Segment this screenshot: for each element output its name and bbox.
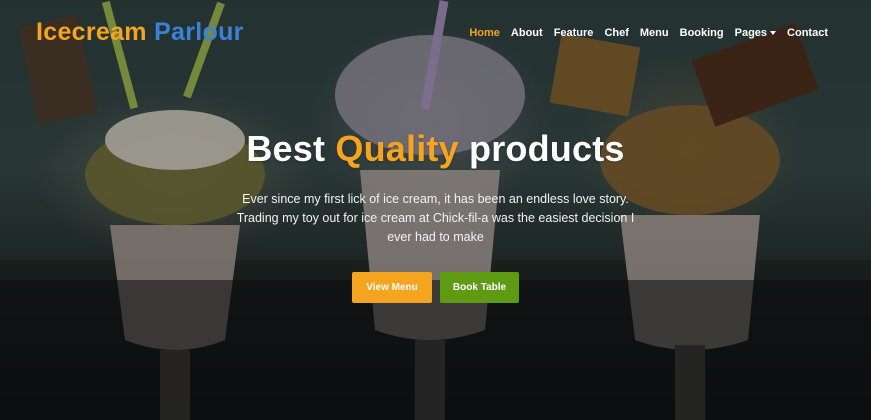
nav-menu: Home About Feature Chef Menu Booking Pag… bbox=[458, 23, 828, 41]
nav-link-booking[interactable]: Booking bbox=[680, 27, 724, 39]
nav-link-contact[interactable]: Contact bbox=[787, 27, 828, 39]
hero-title-part2: products bbox=[469, 128, 625, 169]
hero-content: Best Quality products Ever since my firs… bbox=[0, 128, 871, 303]
hero-title: Best Quality products bbox=[0, 128, 871, 170]
nav-dropdown-pages-label: Pages bbox=[734, 27, 768, 39]
nav-link-about[interactable]: About bbox=[511, 27, 543, 39]
nav-link-home[interactable]: Home bbox=[469, 27, 500, 39]
brand-logo-part2: Parlour bbox=[154, 17, 244, 46]
hero-description: Ever since my first lick of ice cream, i… bbox=[236, 192, 635, 244]
caret-down-icon bbox=[770, 31, 777, 35]
navbar: Icecream Parlour Home About Feature Chef… bbox=[0, 0, 871, 64]
brand-logo[interactable]: Icecream Parlour bbox=[36, 18, 244, 47]
nav-link-chef[interactable]: Chef bbox=[604, 27, 628, 39]
view-menu-button[interactable]: View Menu bbox=[352, 272, 432, 303]
hero-buttons: View Menu Book Table bbox=[0, 272, 871, 303]
hero-title-part1: Best bbox=[246, 128, 326, 169]
nav-link-feature[interactable]: Feature bbox=[554, 27, 594, 39]
brand-logo-part1: Icecream bbox=[36, 17, 147, 46]
book-table-button[interactable]: Book Table bbox=[440, 272, 519, 303]
nav-dropdown-pages[interactable]: Pages bbox=[734, 27, 777, 39]
nav-link-menu[interactable]: Menu bbox=[640, 27, 669, 39]
hero-title-highlight: Quality bbox=[335, 128, 459, 169]
hero-section: Icecream Parlour Home About Feature Chef… bbox=[0, 0, 871, 420]
